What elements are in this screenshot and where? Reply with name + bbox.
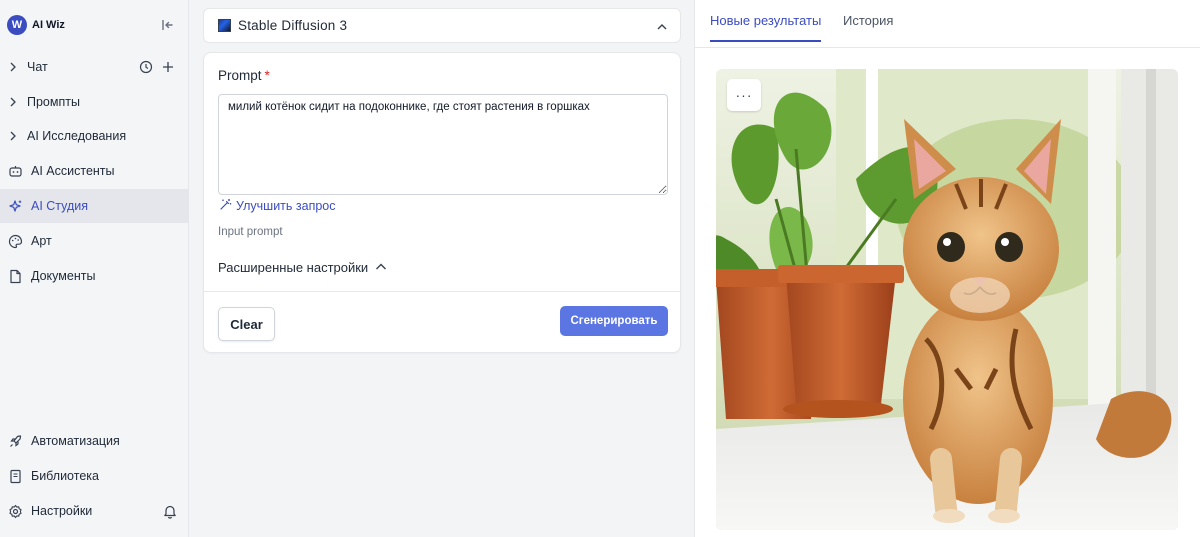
sidebar-item-label: Документы [31, 269, 96, 283]
sidebar-item-label: Промпты [27, 95, 80, 109]
sidebar: W AI Wiz Чат Промпты AI Исследования AI … [0, 0, 189, 537]
prompt-input[interactable]: милий котёнок сидит на подоконнике, где … [218, 94, 668, 195]
sidebar-item-automation[interactable]: Автоматизация [0, 424, 189, 458]
robot-icon [7, 163, 23, 179]
sidebar-item-ai-studio[interactable]: AI Студия [0, 189, 189, 223]
results-tabs: Новые результаты История [695, 0, 1200, 48]
sidebar-item-label: Арт [31, 234, 52, 248]
model-selector[interactable]: Stable Diffusion 3 [203, 8, 681, 43]
sidebar-item-settings[interactable]: Настройки [0, 494, 189, 528]
prompt-label-text: Prompt [218, 68, 262, 83]
new-chat-plus-icon[interactable] [160, 59, 176, 75]
brand-name: AI Wiz [32, 19, 65, 31]
sidebar-item-ai-assistants[interactable]: AI Ассистенты [0, 154, 189, 188]
sidebar-item-ai-research[interactable]: AI Исследования [0, 119, 189, 153]
chevron-right-icon [9, 97, 19, 107]
gear-icon [7, 503, 23, 519]
prompt-label: Prompt * [218, 68, 270, 83]
clear-button[interactable]: Clear [218, 307, 275, 341]
sidebar-item-label: AI Студия [31, 199, 89, 213]
sidebar-item-label: Чат [27, 60, 48, 74]
generate-button[interactable]: Сгенерировать [560, 306, 668, 336]
advanced-settings-toggle[interactable]: Расширенные настройки [218, 259, 387, 275]
sidebar-item-label: AI Ассистенты [31, 164, 115, 178]
generation-form: Prompt * милий котёнок сидит на подоконни… [203, 52, 681, 353]
model-name: Stable Diffusion 3 [238, 18, 348, 33]
tab-history[interactable]: История [843, 13, 893, 42]
notifications-bell-icon[interactable] [162, 503, 178, 519]
chevron-up-icon [375, 260, 387, 275]
chevron-up-icon[interactable] [656, 20, 668, 32]
advanced-settings-label: Расширенные настройки [218, 259, 369, 275]
divider [204, 291, 680, 292]
magic-wand-icon [219, 198, 232, 214]
chevron-right-icon [9, 131, 19, 141]
brand[interactable]: W AI Wiz [7, 13, 65, 37]
improve-prompt-label: Улучшить запрос [236, 199, 336, 213]
sidebar-item-documents[interactable]: Документы [0, 259, 189, 293]
improve-prompt-link[interactable]: Улучшить запрос [219, 198, 336, 214]
brand-logo: W [7, 15, 27, 35]
sidebar-item-label: Библиотека [31, 469, 99, 483]
rocket-icon [7, 433, 23, 449]
chevron-right-icon [9, 62, 19, 72]
tab-new-results[interactable]: Новые результаты [710, 13, 822, 42]
image-more-options-button[interactable]: ··· [727, 79, 761, 111]
sidebar-item-label: AI Исследования [27, 129, 127, 143]
results-panel: Новые результаты История ··· [694, 0, 1200, 537]
collapse-sidebar-icon[interactable] [160, 17, 176, 33]
kitten-image-illustration [716, 69, 1178, 530]
sidebar-item-art[interactable]: Арт [0, 224, 189, 258]
sparkles-icon [7, 198, 23, 214]
sidebar-item-label: Настройки [31, 504, 93, 518]
book-icon [7, 468, 23, 484]
model-thumbnail-icon [218, 19, 231, 32]
document-icon [7, 268, 23, 284]
sidebar-item-prompts[interactable]: Промпты [0, 85, 189, 119]
sidebar-item-label: Автоматизация [31, 434, 120, 448]
history-clock-icon[interactable] [138, 59, 154, 75]
prompt-helper-text: Input prompt [218, 226, 283, 238]
generated-image[interactable]: ··· [716, 69, 1178, 530]
required-asterisk: * [264, 68, 270, 83]
palette-icon [7, 233, 23, 249]
sidebar-item-library[interactable]: Библиотека [0, 459, 189, 493]
